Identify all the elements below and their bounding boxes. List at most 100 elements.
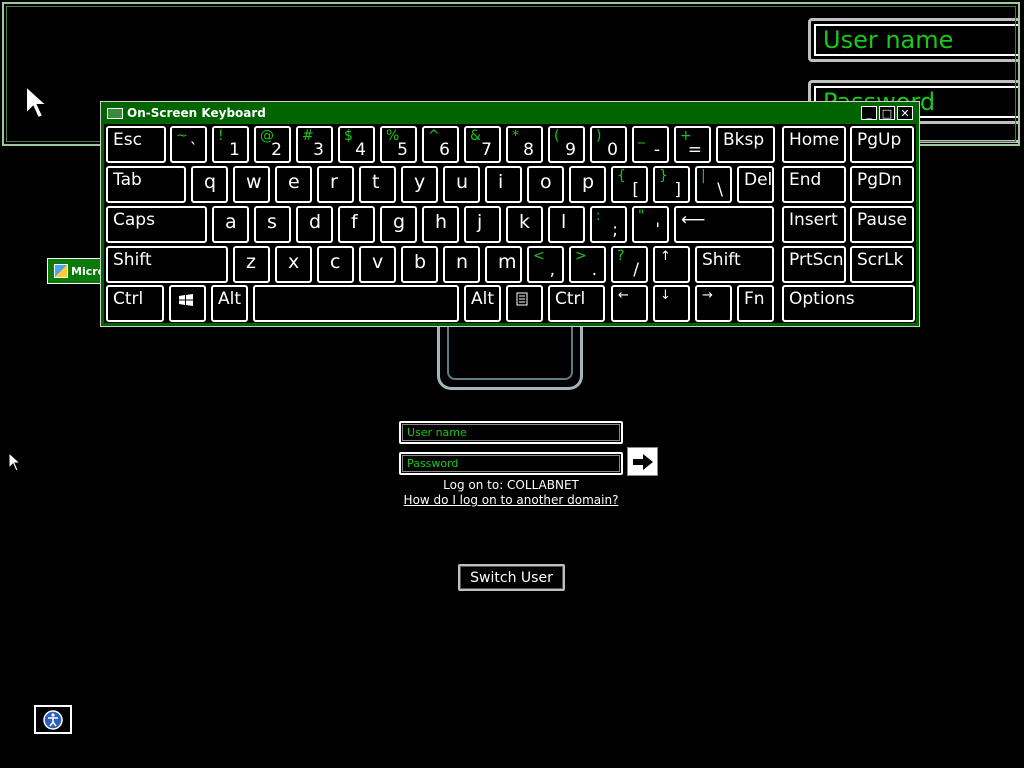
- key-d[interactable]: d: [296, 206, 333, 243]
- key-a[interactable]: a: [212, 206, 249, 243]
- key-symbol[interactable]: ~ `: [170, 126, 207, 163]
- key-n[interactable]: n: [443, 246, 480, 283]
- key-pause[interactable]: Pause: [850, 206, 914, 243]
- key-up[interactable]: ↑: [653, 246, 690, 283]
- key-c[interactable]: c: [317, 246, 354, 283]
- menu-key[interactable]: [506, 285, 543, 322]
- key-main-label: 8: [523, 140, 534, 160]
- key-esc[interactable]: Esc: [106, 126, 166, 163]
- key-alt[interactable]: Alt: [211, 285, 248, 322]
- key-enter[interactable]: ⟵: [674, 206, 774, 243]
- key-shift-label: ?: [617, 248, 625, 264]
- key-2[interactable]: @2: [254, 126, 291, 163]
- key-fn[interactable]: Fn: [737, 285, 774, 322]
- key-scrlk[interactable]: ScrLk: [850, 246, 914, 283]
- key-o[interactable]: o: [527, 166, 564, 203]
- key-i[interactable]: i: [485, 166, 522, 203]
- key-del[interactable]: Del: [737, 166, 774, 203]
- key-symbol[interactable]: ? /: [611, 246, 648, 283]
- key-b[interactable]: b: [401, 246, 438, 283]
- key-symbol[interactable]: _ -: [632, 126, 669, 163]
- key-label: w: [246, 171, 262, 193]
- key-down[interactable]: ↓: [653, 285, 690, 322]
- key-0[interactable]: ) 0: [590, 126, 627, 163]
- key-symbol[interactable]: | \: [695, 166, 732, 203]
- osk-titlebar[interactable]: On-Screen Keyboard: [101, 102, 919, 124]
- key-symbol[interactable]: }]: [653, 166, 690, 203]
- key-3[interactable]: #3: [296, 126, 333, 163]
- key-label: ⟵: [681, 210, 706, 230]
- key-1[interactable]: ! 1: [212, 126, 249, 163]
- key-t[interactable]: t: [359, 166, 396, 203]
- key-e[interactable]: e: [275, 166, 312, 203]
- maximize-button[interactable]: □: [879, 106, 895, 120]
- key-label: k: [519, 211, 531, 233]
- key-label: Shift: [113, 250, 152, 270]
- key-g[interactable]: g: [380, 206, 417, 243]
- key-main-label: 1: [229, 140, 240, 160]
- key-shift[interactable]: Shift: [695, 246, 774, 283]
- key-symbol[interactable]: {[: [611, 166, 648, 203]
- key-shift[interactable]: Shift: [106, 246, 228, 283]
- space-key[interactable]: [253, 285, 459, 322]
- key-5[interactable]: % 5: [380, 126, 417, 163]
- key-ctrl[interactable]: Ctrl: [106, 285, 164, 322]
- key-ctrl[interactable]: Ctrl: [548, 285, 605, 322]
- taskbar-item[interactable]: Micro: [47, 258, 107, 284]
- password-input[interactable]: [399, 452, 623, 475]
- key-p[interactable]: p: [569, 166, 606, 203]
- key-left[interactable]: ←: [611, 285, 648, 322]
- key-tab[interactable]: Tab: [106, 166, 186, 203]
- key-f[interactable]: f: [338, 206, 375, 243]
- key-4[interactable]: $4: [338, 126, 375, 163]
- key-main-label: /: [633, 260, 639, 280]
- key-pgup[interactable]: PgUp: [850, 126, 914, 163]
- key-l[interactable]: l: [548, 206, 585, 243]
- key-6[interactable]: ^ 6: [422, 126, 459, 163]
- key-end[interactable]: End: [782, 166, 846, 203]
- key-pgdn[interactable]: PgDn: [850, 166, 914, 203]
- key-options[interactable]: Options: [782, 285, 915, 322]
- key-z[interactable]: z: [233, 246, 270, 283]
- windows-key[interactable]: [169, 285, 206, 322]
- key-v[interactable]: v: [359, 246, 396, 283]
- key-q[interactable]: q: [191, 166, 228, 203]
- submit-arrow-button[interactable]: [627, 447, 658, 476]
- switch-user-button[interactable]: Switch User: [458, 564, 565, 591]
- key-j[interactable]: j: [464, 206, 501, 243]
- key-alt[interactable]: Alt: [464, 285, 501, 322]
- key-k[interactable]: k: [506, 206, 543, 243]
- close-button[interactable]: ✕: [897, 106, 913, 120]
- key-symbol[interactable]: <,: [527, 246, 564, 283]
- key-shift-label: _: [638, 128, 645, 144]
- app-icon: [54, 264, 68, 278]
- key-prtscn[interactable]: PrtScn: [782, 246, 846, 283]
- key-w[interactable]: w: [233, 166, 270, 203]
- other-domain-link[interactable]: How do I log on to another domain?: [400, 493, 622, 507]
- key-8[interactable]: * 8: [506, 126, 543, 163]
- key-symbol[interactable]: " ': [632, 206, 669, 243]
- key-9[interactable]: (9: [548, 126, 585, 163]
- key-m[interactable]: m: [485, 246, 522, 283]
- key-right[interactable]: →: [695, 285, 732, 322]
- key-insert[interactable]: Insert: [782, 206, 846, 243]
- key-u[interactable]: u: [443, 166, 480, 203]
- key-x[interactable]: x: [275, 246, 312, 283]
- key-r[interactable]: r: [317, 166, 354, 203]
- key-7[interactable]: & 7: [464, 126, 501, 163]
- key-h[interactable]: h: [422, 206, 459, 243]
- key-main-label: 7: [481, 140, 492, 160]
- minimize-button[interactable]: _: [861, 106, 877, 120]
- windows-icon: [179, 291, 193, 311]
- key-symbol[interactable]: + =: [674, 126, 711, 163]
- key-caps[interactable]: Caps: [106, 206, 207, 243]
- key-s[interactable]: s: [254, 206, 291, 243]
- key-symbol[interactable]: :;: [590, 206, 627, 243]
- username-input[interactable]: [399, 421, 623, 444]
- key-label: Options: [789, 289, 855, 309]
- key-home[interactable]: Home: [782, 126, 846, 163]
- ease-of-access-button[interactable]: [34, 705, 72, 734]
- key-bksp[interactable]: Bksp: [716, 126, 775, 163]
- key-symbol[interactable]: >.: [569, 246, 606, 283]
- key-y[interactable]: y: [401, 166, 438, 203]
